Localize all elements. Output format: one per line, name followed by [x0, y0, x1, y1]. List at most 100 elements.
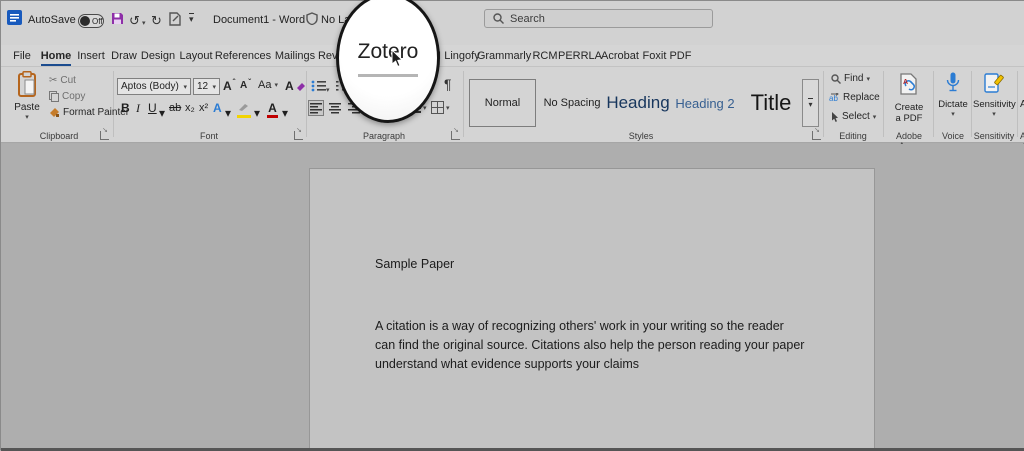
italic-button[interactable]: I [136, 101, 140, 115]
grow-font-button[interactable]: Aˆ [223, 79, 235, 93]
highlight-dropdown-icon[interactable]: ▾ [254, 106, 260, 120]
group-divider [1017, 71, 1018, 137]
search-placeholder: Search [510, 13, 545, 25]
highlighter-icon [237, 103, 249, 112]
paragraph-dialog-launcher-icon[interactable] [451, 131, 460, 140]
group-divider [113, 71, 114, 137]
style-no-spacing[interactable]: No Spacing [541, 79, 603, 127]
bullets-button[interactable]: ▾ [311, 79, 330, 97]
autosave-toggle[interactable]: Off [78, 14, 104, 28]
align-left-button[interactable] [308, 100, 324, 116]
select-cursor-icon [831, 112, 839, 122]
clipboard-dialog-launcher-icon[interactable] [100, 131, 109, 140]
show-marks-button[interactable]: ¶ [444, 76, 452, 92]
highlight-color-button[interactable] [237, 101, 251, 118]
find-button[interactable]: Find▾ [831, 73, 870, 84]
tab-insert[interactable]: Insert [75, 45, 107, 67]
qat-customize-icon[interactable]: ▾ [189, 13, 194, 24]
tab-foxit-pdf[interactable]: Foxit PDF [641, 45, 693, 67]
change-case-button[interactable]: Aa▾ [258, 79, 278, 91]
ribbon-tab-row: File Home Insert Draw Design Layout Refe… [1, 45, 1024, 67]
tab-perrla[interactable]: PERRLA [559, 45, 601, 67]
autosave-state: Off [92, 17, 103, 26]
tab-home[interactable]: Home [39, 45, 73, 67]
microphone-icon [946, 72, 960, 94]
tab-acrobat[interactable]: Acrobat [599, 45, 641, 67]
strikethrough-button[interactable]: ab [169, 101, 181, 115]
redo-icon[interactable]: ↻ [151, 14, 162, 27]
tab-mailings[interactable]: Mailings [273, 45, 317, 67]
cutoff-group-label: A [1020, 131, 1024, 141]
bold-button[interactable]: B [121, 101, 130, 115]
borders-button[interactable]: ▾ [431, 101, 450, 114]
clear-formatting-button[interactable]: A [285, 79, 305, 93]
shrink-font-button[interactable]: Aˇ [240, 80, 251, 91]
style-heading-2[interactable]: Heading 2 [673, 79, 737, 127]
group-divider [883, 71, 884, 137]
select-button[interactable]: Select▾ [831, 111, 876, 122]
autosave-label: AutoSave [28, 14, 76, 26]
font-size-select[interactable]: 12 ▾ [193, 78, 220, 95]
text-effects-button[interactable]: A [213, 101, 222, 115]
font-name-select[interactable]: Aptos (Body) ▾ [117, 78, 191, 95]
document-heading[interactable]: Sample Paper [375, 257, 454, 271]
eraser-icon [297, 82, 305, 91]
tab-design[interactable]: Design [139, 45, 177, 67]
mouse-cursor-icon [391, 50, 404, 68]
sensitivity-button[interactable]: Sensitivity ▾ [973, 72, 1015, 118]
font-group-label: Font [171, 131, 247, 141]
create-pdf-button[interactable]: A Create a PDF [887, 73, 931, 124]
paste-dropdown-icon: ▾ [9, 113, 45, 121]
create-pdf-icon: A [897, 73, 921, 97]
chevron-down-icon: ▾ [183, 83, 187, 91]
svg-text:A: A [903, 79, 908, 86]
tab-layout[interactable]: Layout [177, 45, 215, 67]
tab-file[interactable]: File [7, 45, 37, 67]
tab-references[interactable]: References [215, 45, 271, 67]
style-heading[interactable]: Heading [606, 79, 670, 127]
dictate-button[interactable]: Dictate ▾ [937, 72, 969, 118]
group-divider [306, 71, 307, 137]
copy-button[interactable]: Copy [49, 91, 85, 102]
zotero-underline [358, 74, 418, 77]
chevron-down-icon: ▾ [212, 83, 216, 91]
undo-icon[interactable]: ↺ [129, 14, 140, 27]
document-page[interactable]: Sample Paper A citation is a way of reco… [309, 168, 875, 449]
save-icon[interactable] [111, 12, 124, 25]
group-divider [933, 71, 934, 137]
paragraph-group-label: Paragraph [346, 131, 422, 141]
styles-dialog-launcher-icon[interactable] [812, 131, 821, 140]
font-color-button[interactable]: A [267, 101, 278, 118]
styles-gallery-more-button[interactable]: ▾ [802, 79, 819, 127]
document-area: Sample Paper A citation is a way of reco… [1, 144, 1024, 448]
format-painter-icon [49, 107, 60, 118]
style-normal[interactable]: Normal [469, 79, 536, 127]
touch-mode-icon[interactable] [169, 12, 182, 26]
sensitivity-shield-icon[interactable] [306, 12, 318, 25]
undo-dropdown-icon[interactable]: ▾ [142, 19, 146, 27]
text-effects-dropdown-icon[interactable]: ▾ [225, 106, 231, 120]
document-paragraph[interactable]: A citation is a way of recognizing other… [375, 317, 805, 374]
cut-button[interactable]: ✂ Cut [49, 75, 76, 86]
clipboard-group-label: Clipboard [21, 131, 97, 141]
replace-button[interactable]: ab Replace [829, 92, 880, 103]
document-title: Document1 - Word [213, 14, 305, 26]
word-logo-icon[interactable] [7, 10, 22, 25]
cut-icon: ✂ [49, 75, 57, 86]
tab-draw[interactable]: Draw [109, 45, 139, 67]
align-center-button[interactable] [327, 100, 343, 116]
paste-button[interactable]: Paste ▾ [9, 71, 45, 129]
search-icon [493, 13, 504, 24]
underline-button[interactable]: U [148, 101, 157, 115]
tab-zotero[interactable]: Zotero [358, 40, 419, 64]
font-color-dropdown-icon[interactable]: ▾ [282, 106, 288, 120]
subscript-button[interactable]: x₂ [185, 101, 195, 115]
font-dialog-launcher-icon[interactable] [294, 131, 303, 140]
tab-rcm[interactable]: RCM [529, 45, 561, 67]
underline-dropdown-icon[interactable]: ▾ [159, 106, 165, 120]
style-title[interactable]: Title [743, 79, 799, 127]
tab-grammarly[interactable]: Grammarly [477, 45, 531, 67]
search-box[interactable]: Search [484, 9, 713, 28]
format-painter-button[interactable]: Format Painter [49, 107, 129, 118]
superscript-button[interactable]: x² [199, 101, 208, 115]
